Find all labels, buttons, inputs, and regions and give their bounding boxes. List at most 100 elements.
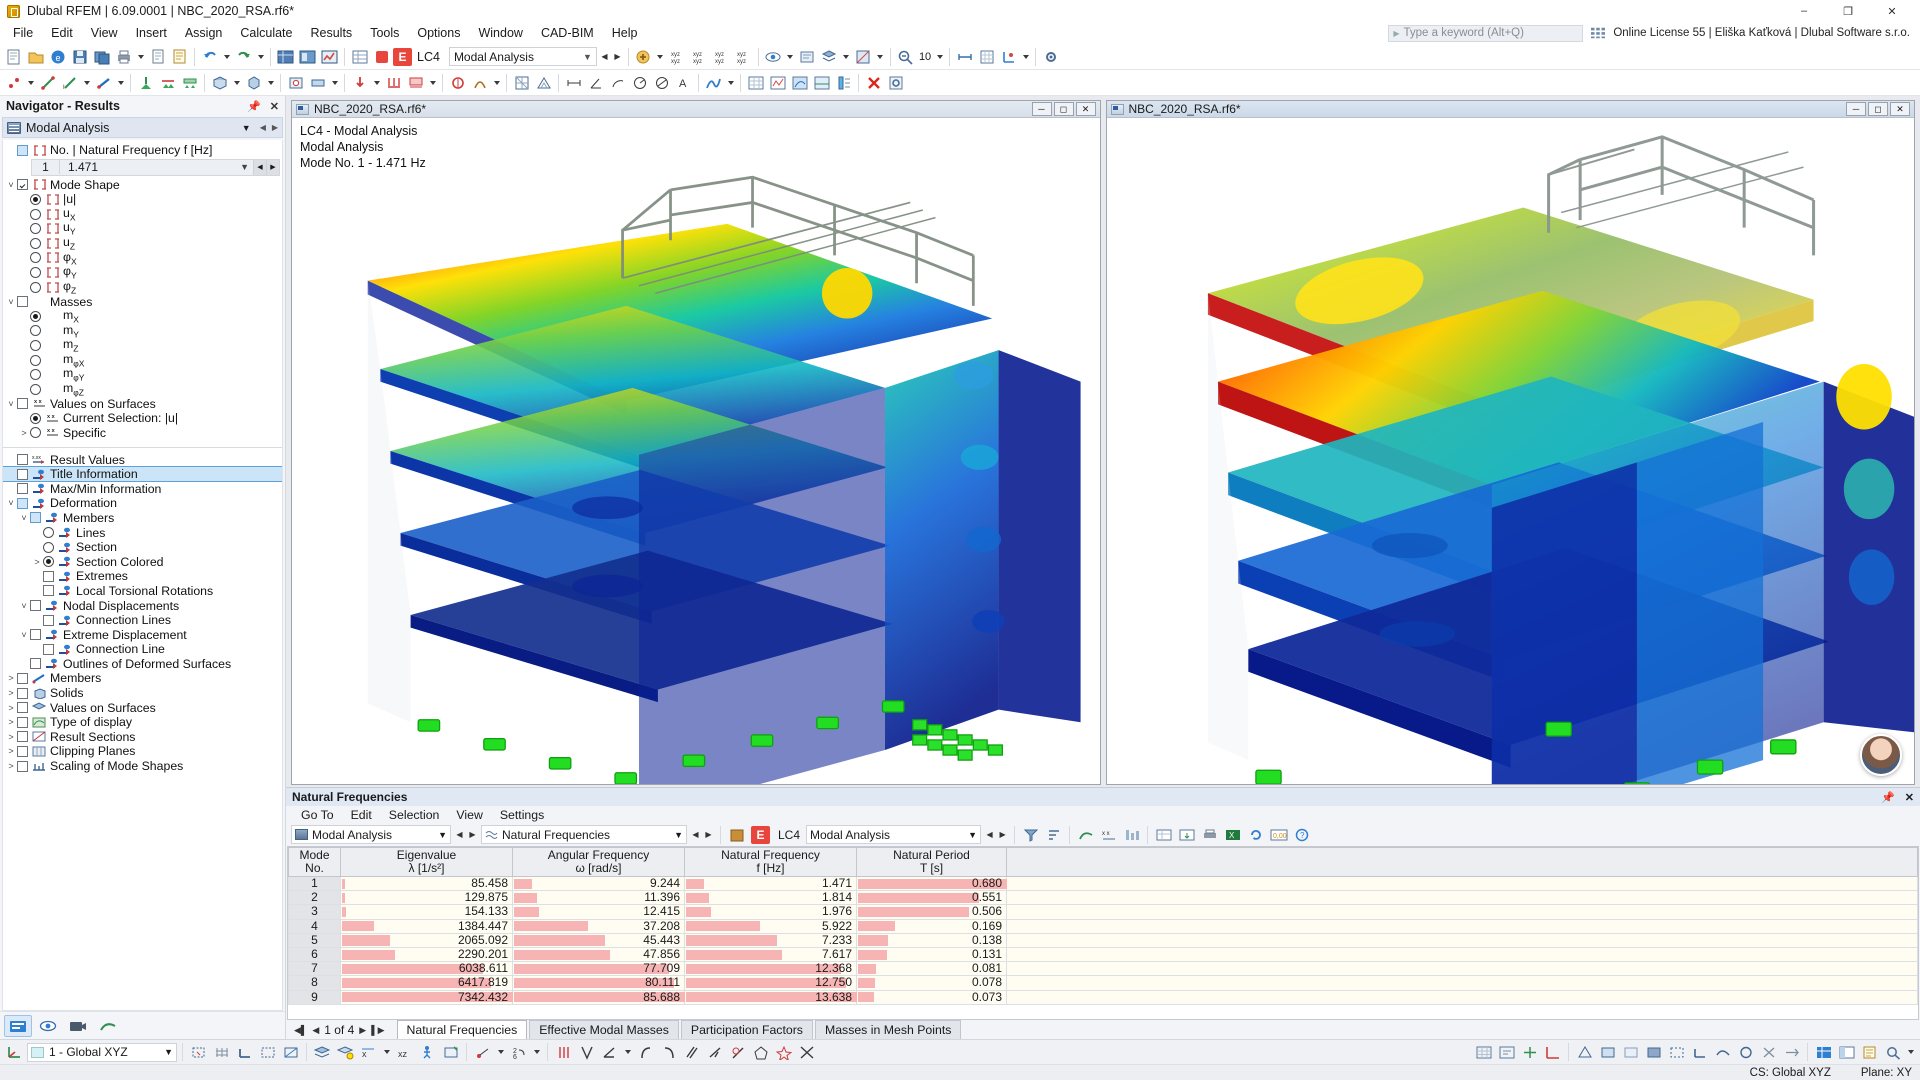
surface-support-icon[interactable] xyxy=(179,72,200,93)
cell-angular-frequency[interactable]: 9.244 xyxy=(512,875,685,892)
thickness-dropdown[interactable] xyxy=(329,72,340,93)
tree-node-scaling-of-mode-shapes[interactable]: ˃ Scaling of Mode Shapes xyxy=(3,759,282,774)
table-export-icon[interactable] xyxy=(1176,824,1197,845)
tree-node-item-6[interactable]: φY xyxy=(3,264,282,281)
cell-natural-period[interactable]: 0.169 xyxy=(856,918,1007,934)
table-row[interactable]: 6 2290.201 47.856 7.617 0.131 xyxy=(288,947,1918,963)
snap-line-icon[interactable] xyxy=(257,1042,278,1063)
visibility-icon[interactable] xyxy=(797,46,818,67)
cell-natural-frequency[interactable]: 5.922 xyxy=(684,918,857,934)
cell-natural-frequency[interactable]: 12.368 xyxy=(684,961,857,977)
cell-angular-frequency[interactable]: 37.208 xyxy=(512,918,685,934)
cell-mode[interactable]: 7 xyxy=(288,961,341,977)
properties-icon[interactable] xyxy=(885,72,906,93)
coordinate-system-select[interactable]: 1 - Global XYZ ▼ xyxy=(27,1042,177,1062)
navigator-display-tab[interactable] xyxy=(34,1015,62,1037)
section-dropdown[interactable] xyxy=(875,46,886,67)
nodal-support-icon[interactable] xyxy=(135,72,156,93)
tree-node-extremes[interactable]: Extremes xyxy=(3,569,282,584)
cell-mode[interactable]: 1 xyxy=(288,875,341,892)
cell-mode[interactable]: 8 xyxy=(288,975,341,991)
cell-natural-frequency[interactable]: 7.233 xyxy=(684,932,857,949)
menu-results[interactable]: Results xyxy=(302,24,362,42)
dim-radius-icon[interactable] xyxy=(629,72,650,93)
load-case-stepper[interactable]: ◀ ▶ xyxy=(598,47,624,66)
results-menu-edit[interactable]: Edit xyxy=(344,807,379,823)
tree-node-values-on-surfaces[interactable]: ˃ Values on Surfaces xyxy=(3,700,282,715)
table-row[interactable]: 7 6038.611 77.709 12.368 0.081 xyxy=(288,961,1918,977)
line-icon[interactable] xyxy=(37,72,58,93)
cell-natural-period[interactable]: 0.680 xyxy=(856,875,1007,892)
table-color-icon[interactable]: 0,00 xyxy=(1268,824,1289,845)
expander-right-icon[interactable]: ˃ xyxy=(18,428,30,438)
expander-right-icon[interactable]: ˃ xyxy=(5,761,17,771)
cell-angular-frequency[interactable]: 77.709 xyxy=(512,961,685,977)
result-diagram-icon[interactable] xyxy=(767,72,788,93)
render-smooth-icon[interactable] xyxy=(1712,1042,1733,1063)
xyz-labels4-icon[interactable]: xyz xyz xyxy=(733,46,754,67)
col-angular-frequency[interactable]: Angular Frequency ω [rad/s] xyxy=(512,847,685,877)
surface-icon[interactable] xyxy=(209,72,230,93)
cell-angular-frequency[interactable]: 45.443 xyxy=(512,932,685,949)
imperfection-dropdown[interactable] xyxy=(491,72,502,93)
radio-button[interactable] xyxy=(43,541,54,553)
load-surface-dropdown[interactable] xyxy=(427,72,438,93)
tree-node-result-sections[interactable]: ˃ Result Sections xyxy=(3,730,282,745)
text-annotation-icon[interactable]: A xyxy=(673,72,694,93)
polygon-icon[interactable] xyxy=(750,1042,771,1063)
thickness-icon[interactable] xyxy=(307,72,328,93)
calculate-icon[interactable] xyxy=(633,46,654,67)
expander-right-icon[interactable]: ˃ xyxy=(5,673,17,683)
cell-natural-period[interactable]: 0.131 xyxy=(856,947,1007,963)
viewport-left-maximize[interactable]: ◻ xyxy=(1053,102,1074,116)
frequency-selector[interactable]: 1 1.471 ▼ ◀ ▶ xyxy=(31,158,280,176)
solid-dropdown[interactable] xyxy=(265,72,276,93)
tree-node-values-on-surfaces[interactable]: ˅ x x Values on Surfaces xyxy=(3,397,282,412)
results-chart-icon[interactable] xyxy=(703,72,724,93)
perpendicular-icon[interactable] xyxy=(704,1042,725,1063)
next-table-icon[interactable]: ▶ xyxy=(702,825,715,844)
tree-node-local-torsional-rotations[interactable]: Local Torsional Rotations xyxy=(3,584,282,599)
menu-cad-bim[interactable]: CAD-BIM xyxy=(532,24,603,42)
table-print-icon[interactable] xyxy=(1199,824,1220,845)
radio-button[interactable] xyxy=(30,427,41,439)
redo-icon[interactable] xyxy=(233,46,254,67)
tree-node-specific[interactable]: ˃ x x Specific xyxy=(3,426,282,441)
xyz-labels2-icon[interactable]: xyz xyz xyxy=(689,46,710,67)
print-preview-icon[interactable] xyxy=(147,46,168,67)
prev-analysis-icon[interactable]: ◀ xyxy=(260,123,266,132)
checkbox[interactable] xyxy=(17,687,28,699)
cell-natural-frequency[interactable]: 1.976 xyxy=(684,904,857,920)
move-node-dropdown[interactable] xyxy=(495,1042,506,1063)
tree-node-item-7[interactable]: φZ xyxy=(3,279,282,295)
close-button[interactable]: ✕ xyxy=(1870,0,1914,22)
tree-node-outlines-of-deformed-surfaces[interactable]: Outlines of Deformed Surfaces xyxy=(3,657,282,672)
delete-icon[interactable] xyxy=(863,72,884,93)
parallel-icon[interactable] xyxy=(681,1042,702,1063)
menu-tools[interactable]: Tools xyxy=(361,24,408,42)
menu-view[interactable]: View xyxy=(82,24,127,42)
solid-icon[interactable] xyxy=(243,72,264,93)
save-all-icon[interactable] xyxy=(91,46,112,67)
load-case-color-icon[interactable] xyxy=(726,824,747,845)
cell-natural-frequency[interactable]: 7.617 xyxy=(684,947,857,963)
tree-node-item-5[interactable]: φX xyxy=(3,250,282,266)
results-table-stepper[interactable]: ◀ ▶ xyxy=(689,825,715,844)
table-row[interactable]: 5 2065.092 45.443 7.233 0.138 xyxy=(288,932,1918,949)
radio-button[interactable] xyxy=(30,310,41,322)
table-row[interactable]: 8 6417.819 80.111 12.750 0.078 xyxy=(288,975,1918,991)
settings-gear-icon[interactable] xyxy=(1040,46,1061,67)
tree-node-connection-lines[interactable]: Connection Lines xyxy=(3,613,282,628)
results-close-icon[interactable]: ✕ xyxy=(1905,791,1914,804)
checkbox[interactable] xyxy=(17,179,28,191)
chevron-down-icon[interactable]: ▼ xyxy=(242,123,251,133)
imperfection-icon[interactable] xyxy=(469,72,490,93)
viewport-left-close[interactable]: ✕ xyxy=(1075,102,1096,116)
cell-eigenvalue[interactable]: 7342.432 xyxy=(340,989,513,1005)
navigator-data-tab[interactable] xyxy=(4,1014,32,1037)
section-view-icon[interactable] xyxy=(853,46,874,67)
result-iso-icon[interactable] xyxy=(789,72,810,93)
cell-eigenvalue[interactable]: 6417.819 xyxy=(340,975,513,991)
person-scale-icon[interactable] xyxy=(417,1042,438,1063)
menu-calculate[interactable]: Calculate xyxy=(231,24,301,42)
